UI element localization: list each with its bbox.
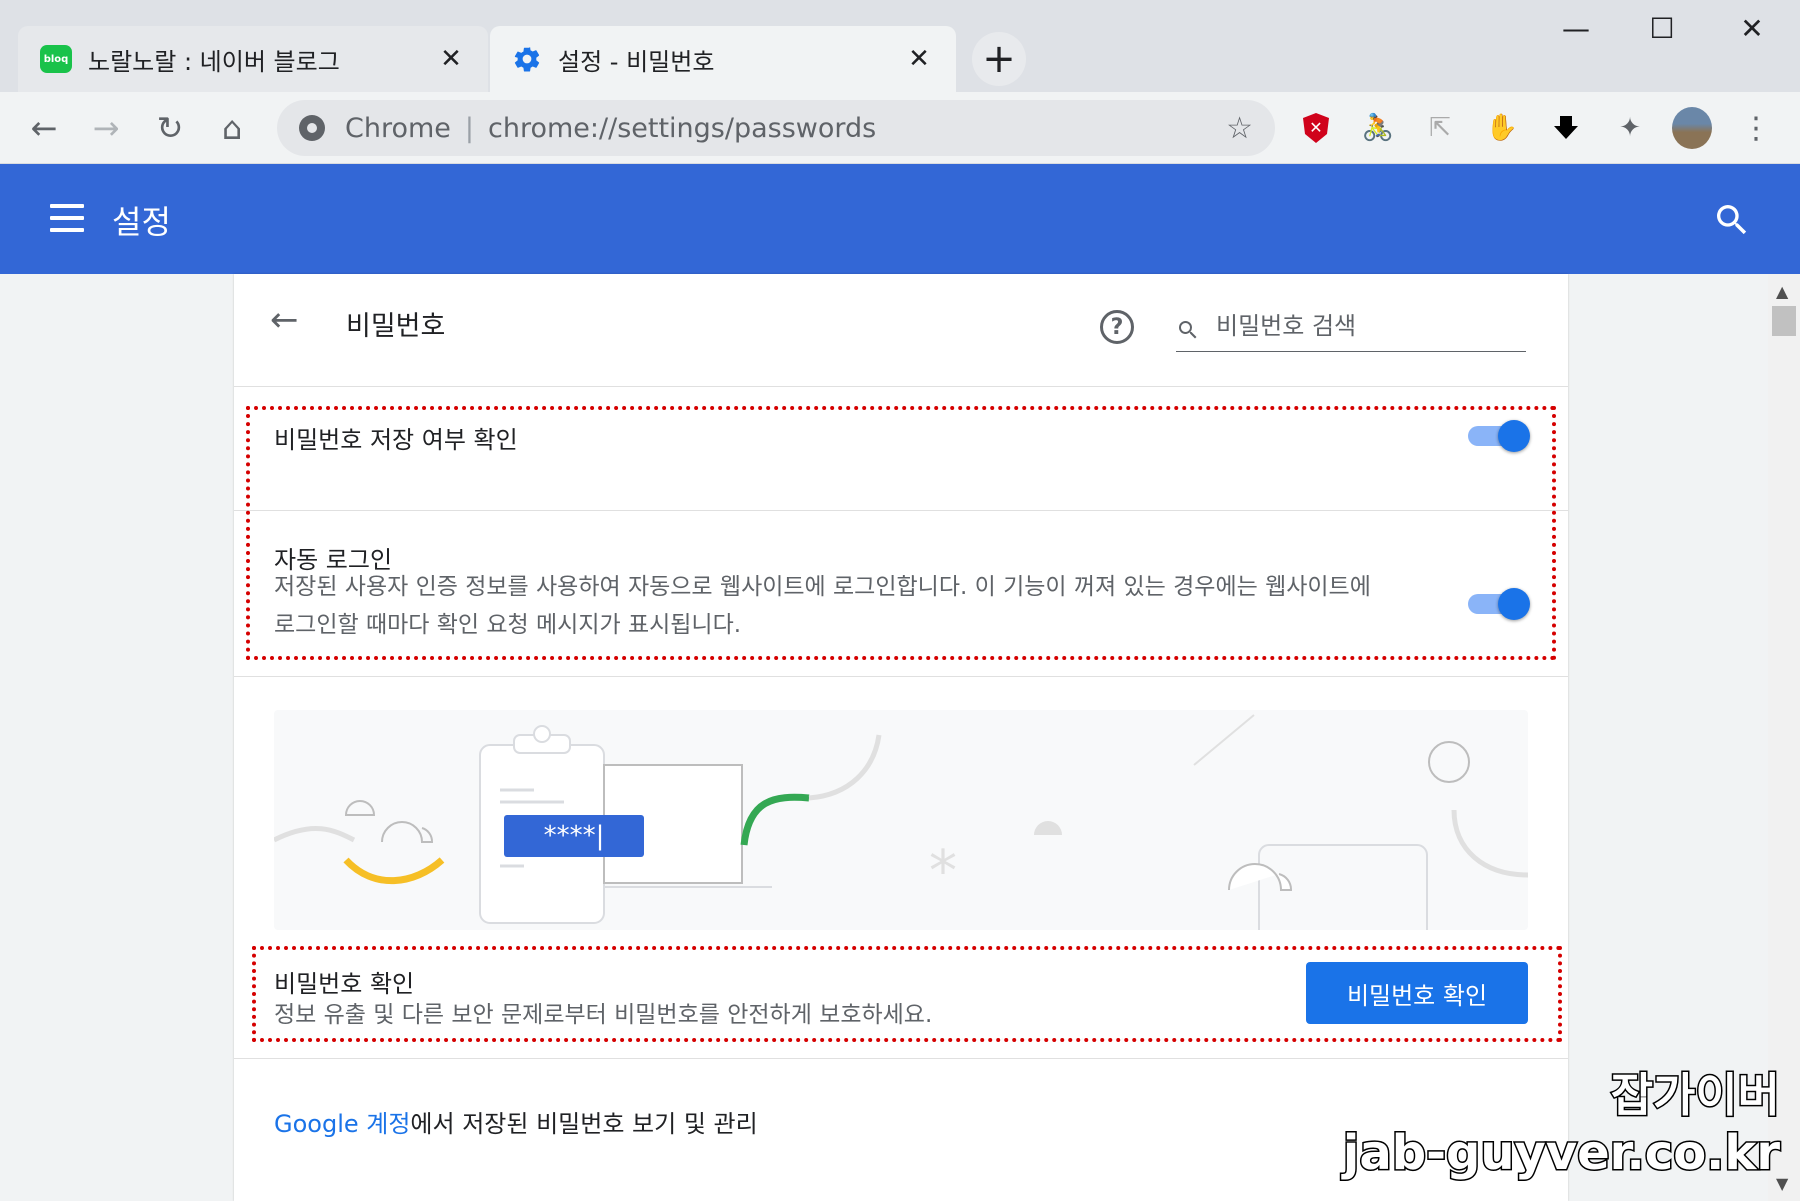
shield-extension-icon[interactable]: ✕ <box>1296 108 1336 148</box>
gear-icon <box>514 47 540 72</box>
scroll-thumb[interactable] <box>1772 306 1796 336</box>
close-window-icon[interactable]: ✕ <box>1722 12 1782 45</box>
browser-toolbar: ← → ↻ ⌂ Chrome | chrome://settings/passw… <box>0 92 1800 164</box>
help-icon[interactable]: ? <box>1100 310 1134 344</box>
highlight-box <box>252 946 1562 1042</box>
cursor-extension-icon[interactable]: ⇱ <box>1420 108 1460 148</box>
password-mask: ****| <box>544 821 605 851</box>
watermark-line-1: 잡가이버 <box>1609 1067 1781 1124</box>
password-check-illustration: ****| * <box>274 710 1528 930</box>
bookmark-star-icon[interactable]: ☆ <box>1226 111 1253 146</box>
illustration-graphic: ****| * <box>274 714 1528 930</box>
download-extension-icon[interactable] <box>1546 108 1586 148</box>
svg-text:*: * <box>929 839 957 904</box>
manage-in-google-account: Google 계정에서 저장된 비밀번호 보기 및 관리 <box>274 1104 758 1139</box>
google-account-link[interactable]: Google 계정 <box>274 1110 410 1138</box>
footer-text: 에서 저장된 비밀번호 보기 및 관리 <box>410 1110 758 1138</box>
tab-settings-passwords[interactable]: 설정 - 비밀번호 ✕ <box>490 26 956 92</box>
url-text[interactable]: chrome://settings/passwords <box>488 113 1226 144</box>
page-title: 설정 <box>112 203 171 241</box>
omnibox-separator: | <box>464 112 475 144</box>
divider <box>234 676 1568 677</box>
forward-arrow-icon[interactable]: → <box>82 104 130 152</box>
blog-favicon-icon: bloq <box>40 45 72 73</box>
svg-text:✕: ✕ <box>1309 118 1322 137</box>
search-icon <box>1179 321 1197 339</box>
avatar[interactable] <box>1672 107 1712 149</box>
highlight-box <box>246 406 1556 660</box>
menu-icon[interactable] <box>50 204 84 232</box>
close-icon[interactable]: ✕ <box>436 44 466 74</box>
reload-icon[interactable]: ↻ <box>146 104 194 152</box>
home-icon[interactable]: ⌂ <box>208 104 256 152</box>
watermark-line-2: jab-guyver.co.kr <box>1341 1124 1781 1183</box>
tab-naver-blog[interactable]: bloq 노랄노랄 : 네이버 블로그 ✕ <box>18 26 488 92</box>
back-arrow-icon[interactable]: ← <box>270 300 299 340</box>
settings-header: 설정 <box>0 164 1800 274</box>
close-icon[interactable]: ✕ <box>904 44 934 74</box>
search-icon[interactable] <box>1712 200 1752 240</box>
new-tab-button[interactable]: + <box>972 32 1026 86</box>
maximize-icon[interactable]: ☐ <box>1632 12 1692 45</box>
subpage-title: 비밀번호 <box>346 311 446 342</box>
minimize-icon[interactable]: — <box>1546 12 1606 45</box>
more-menu-icon[interactable]: ⋮ <box>1736 108 1776 148</box>
address-bar[interactable]: Chrome | chrome://settings/passwords ☆ <box>277 100 1275 156</box>
cyclist-extension-icon[interactable]: 🚴 <box>1358 108 1398 148</box>
search-input[interactable] <box>1216 306 1526 346</box>
back-arrow-icon[interactable]: ← <box>20 104 68 152</box>
chrome-icon <box>299 115 325 141</box>
hand-extension-icon[interactable]: ✋ <box>1482 108 1522 148</box>
password-search <box>1176 306 1526 352</box>
puzzle-extensions-icon[interactable]: ✦ <box>1610 108 1650 148</box>
tab-strip: bloq 노랄노랄 : 네이버 블로그 ✕ 설정 - 비밀번호 ✕ + — ☐ … <box>0 0 1800 92</box>
omnibox-chip: Chrome <box>345 112 451 144</box>
scroll-up-icon[interactable]: ▲ <box>1776 282 1788 301</box>
tab-title: 노랄노랄 : 네이버 블로그 <box>88 47 340 76</box>
watermark: 잡가이버 jab-guyver.co.kr <box>1341 1059 1781 1183</box>
tab-title: 설정 - 비밀번호 <box>558 47 715 76</box>
